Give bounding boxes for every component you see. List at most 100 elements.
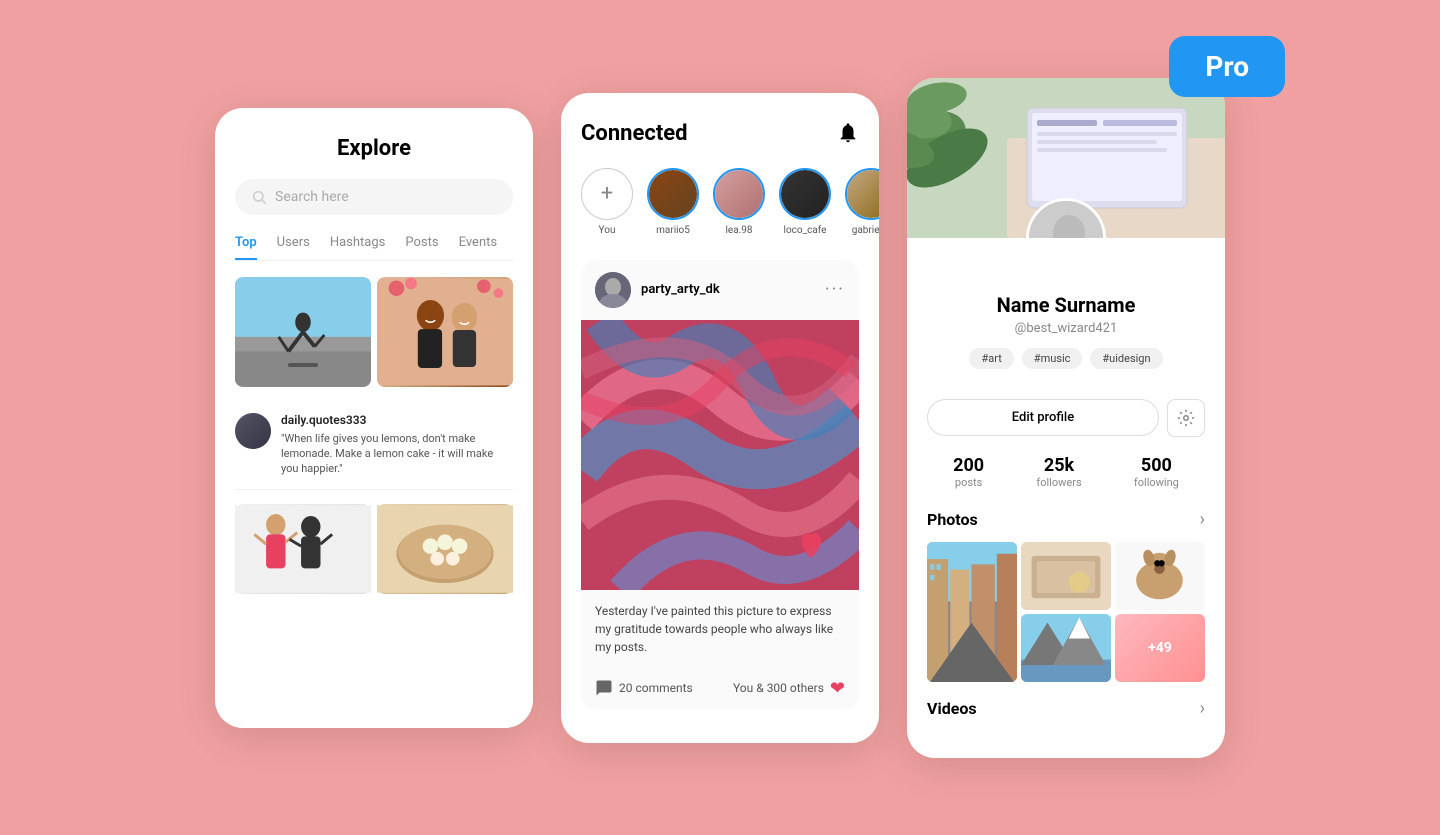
story-avatar-lea	[715, 170, 763, 218]
story-label-lea: lea.98	[725, 225, 752, 236]
explore-image-skate	[235, 277, 371, 387]
food-svg	[377, 504, 513, 594]
profile-cover	[907, 78, 1225, 238]
street-svg	[927, 542, 1017, 682]
stat-followers-label: followers	[1036, 476, 1081, 489]
settings-icon	[1177, 409, 1195, 427]
story-ring-mariio	[647, 168, 699, 220]
explore-image-dance	[235, 504, 371, 594]
story-label-loco: loco_cafe	[784, 225, 827, 236]
profile-actions: Edit profile	[907, 399, 1225, 437]
tab-top[interactable]: Top	[235, 235, 257, 260]
story-add-button[interactable]: +	[581, 168, 633, 220]
explore-bottom-grid	[235, 504, 513, 594]
explore-image-food	[377, 504, 513, 594]
story-label-gabriel: gabriel.g	[852, 225, 879, 236]
story-avatar-gabriel	[847, 170, 879, 218]
post-avatar-svg	[595, 272, 631, 308]
post-user: party_arty_dk	[595, 272, 720, 308]
tab-events[interactable]: Events	[459, 235, 497, 260]
quote-content: daily.quotes333 "When life gives you lem…	[281, 413, 513, 477]
profile-avatar	[1026, 198, 1106, 238]
post-menu-button[interactable]: ···	[825, 279, 845, 300]
quote-avatar	[235, 413, 271, 449]
stat-followers-number: 25k	[1036, 455, 1081, 476]
stat-posts: 200 posts	[953, 455, 984, 489]
photos-grid: +49	[927, 542, 1205, 682]
profile-screen: Name Surname @best_wizard421 #art #music…	[907, 78, 1225, 758]
photos-section: Photos ›	[907, 509, 1225, 682]
stories-row: + You mariio5 lea.98	[581, 168, 859, 236]
story-item-mariio[interactable]: mariio5	[647, 168, 699, 236]
post-likes[interactable]: You & 300 others ❤	[733, 678, 845, 699]
stat-followers: 25k followers	[1036, 455, 1081, 489]
profile-info: Name Surname @best_wizard421 #art #music…	[907, 238, 1225, 399]
photo-dog[interactable]	[1115, 542, 1205, 610]
story-item-gabriel[interactable]: gabriel.g	[845, 168, 879, 236]
videos-section-header: Videos ›	[927, 698, 1205, 719]
photo-mountain[interactable]	[1021, 614, 1111, 682]
photo-desk[interactable]	[1021, 542, 1111, 610]
dance-svg	[235, 504, 371, 594]
tab-users[interactable]: Users	[277, 235, 310, 260]
photo-more-count: +49	[1148, 640, 1172, 656]
explore-tabs: Top Users Hashtags Posts Events	[235, 235, 513, 261]
photo-more[interactable]: +49	[1115, 614, 1205, 682]
profile-tag-uidesign: #uidesign	[1090, 348, 1162, 369]
connected-title: Connected	[581, 121, 688, 146]
profile-tag-music: #music	[1022, 348, 1083, 369]
dog-svg	[1115, 542, 1205, 610]
post-image	[581, 320, 859, 590]
desk-svg	[1021, 542, 1111, 610]
story-item-lea[interactable]: lea.98	[713, 168, 765, 236]
explore-image-couple	[377, 277, 513, 387]
photo-street[interactable]	[927, 542, 1017, 682]
post-footer: 20 comments You & 300 others ❤	[581, 668, 859, 709]
connected-screen: Connected + You mariio5	[561, 93, 879, 743]
quote-username: daily.quotes333	[281, 413, 513, 427]
videos-section: Videos ›	[907, 698, 1225, 719]
explore-screen: Explore Search here Top Users Hashtags P…	[215, 108, 533, 728]
heart-icon: ❤	[830, 678, 845, 699]
quote-text: "When life gives you lemons, don't make …	[281, 431, 513, 477]
story-item-you[interactable]: + You	[581, 168, 633, 236]
post-avatar	[595, 272, 631, 308]
photos-section-header: Photos ›	[927, 509, 1205, 530]
stat-posts-label: posts	[953, 476, 984, 489]
tab-hashtags[interactable]: Hashtags	[330, 235, 386, 260]
story-avatar-loco	[781, 170, 829, 218]
screens-container: Pro Explore Search here Top Users Hashta…	[215, 78, 1225, 758]
explore-image-grid	[235, 277, 513, 387]
marble-svg	[581, 320, 859, 590]
connected-header: Connected	[581, 121, 859, 146]
profile-tag-art: #art	[969, 348, 1013, 369]
bell-icon[interactable]	[837, 122, 859, 144]
post-username: party_arty_dk	[641, 282, 720, 297]
profile-stats: 200 posts 25k followers 500 following	[907, 455, 1225, 489]
post-comments[interactable]: 20 comments	[595, 679, 693, 697]
tab-posts[interactable]: Posts	[405, 235, 438, 260]
pro-badge: Pro	[1169, 36, 1285, 97]
couple-svg	[377, 277, 513, 387]
stat-following-label: following	[1134, 476, 1179, 489]
post-caption: Yesterday I've painted this picture to e…	[581, 590, 859, 668]
videos-section-title: Videos	[927, 699, 977, 718]
stat-following-number: 500	[1134, 455, 1179, 476]
story-label-you: You	[599, 225, 616, 236]
comments-count: 20 comments	[619, 681, 693, 695]
settings-button[interactable]	[1167, 399, 1205, 437]
skate-svg	[235, 277, 371, 387]
story-ring-gabriel	[845, 168, 879, 220]
edit-profile-button[interactable]: Edit profile	[927, 399, 1159, 436]
quote-post: daily.quotes333 "When life gives you lem…	[235, 401, 513, 490]
search-icon	[251, 189, 267, 205]
story-ring-lea	[713, 168, 765, 220]
profile-avatar-svg	[1029, 201, 1106, 238]
story-avatar-mariio	[649, 170, 697, 218]
story-item-loco[interactable]: loco_cafe	[779, 168, 831, 236]
photos-chevron-icon[interactable]: ›	[1200, 509, 1205, 530]
story-ring-loco	[779, 168, 831, 220]
search-bar[interactable]: Search here	[235, 179, 513, 215]
videos-chevron-icon[interactable]: ›	[1200, 698, 1205, 719]
photos-section-title: Photos	[927, 510, 978, 529]
